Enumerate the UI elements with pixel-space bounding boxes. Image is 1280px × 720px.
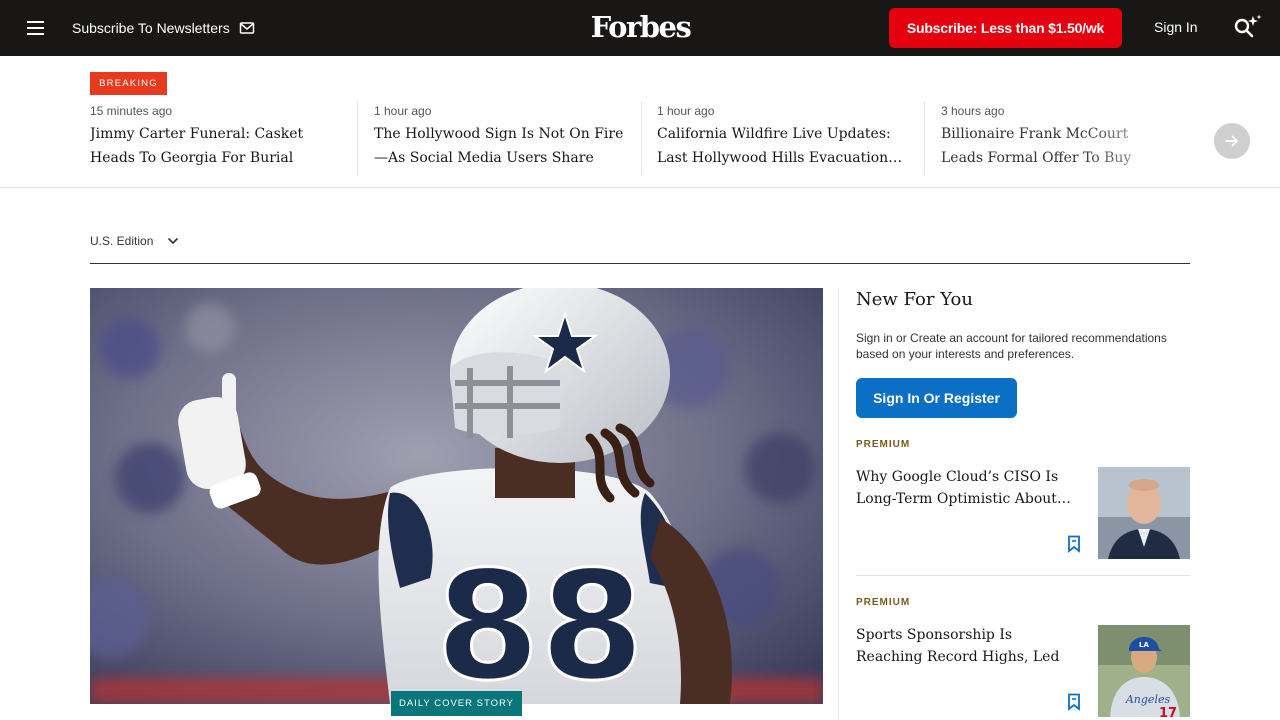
site-header: Subscribe To Newsletters Forbes Subscrib… bbox=[0, 0, 1280, 56]
jersey-script: Angeles bbox=[1125, 693, 1171, 706]
subscribe-newsletters-link[interactable]: Subscribe To Newsletters bbox=[72, 19, 255, 37]
new-for-you-description: Sign in or Create an account for tailore… bbox=[856, 331, 1167, 361]
ticker-divider bbox=[357, 101, 358, 175]
new-for-you-title: New For You bbox=[856, 289, 973, 310]
bookmark-icon[interactable] bbox=[1066, 693, 1082, 711]
newsletter-label: Subscribe To Newsletters bbox=[72, 20, 230, 36]
edition-divider bbox=[90, 263, 1190, 264]
mail-icon bbox=[239, 22, 254, 34]
breaking-headline[interactable]: The Hollywood Sign Is Not On Fire—As Soc… bbox=[374, 122, 628, 170]
breaking-strip-divider bbox=[0, 187, 1280, 188]
article-thumbnail[interactable]: Angeles 17 LA bbox=[1098, 625, 1190, 717]
edition-selector[interactable]: U.S. Edition bbox=[90, 234, 179, 248]
article-thumbnail[interactable] bbox=[1098, 467, 1190, 559]
arrow-right-icon bbox=[1225, 135, 1238, 147]
ai-search-icon[interactable] bbox=[1232, 14, 1262, 40]
breaking-time: 1 hour ago bbox=[374, 104, 432, 118]
bookmark-icon[interactable] bbox=[1066, 535, 1082, 553]
sign-in-or-register-button[interactable]: Sign In Or Register bbox=[856, 378, 1017, 418]
subscribe-button[interactable]: Subscribe: Less than $1.50/wk bbox=[889, 8, 1122, 48]
breaking-item[interactable]: 1 hour ago The Hollywood Sign Is Not On … bbox=[374, 100, 628, 176]
svg-text:LA: LA bbox=[1139, 641, 1149, 649]
ticker-divider bbox=[641, 101, 642, 175]
daily-cover-story-badge[interactable]: DAILY COVER STORY bbox=[391, 691, 522, 716]
edition-label: U.S. Edition bbox=[90, 234, 154, 248]
premium-label: PREMIUM bbox=[856, 439, 911, 450]
ticker-divider bbox=[924, 101, 925, 175]
chevron-down-icon bbox=[168, 237, 179, 245]
article-title[interactable]: Sports Sponsorship Is Reaching Record Hi… bbox=[856, 624, 1082, 668]
article-divider bbox=[856, 575, 1190, 576]
breaking-headline[interactable]: Jimmy Carter Funeral: Casket Heads To Ge… bbox=[90, 122, 344, 170]
breaking-badge: BREAKING bbox=[90, 72, 167, 95]
hero-image[interactable]: 88 bbox=[90, 288, 823, 704]
breaking-time: 15 minutes ago bbox=[90, 104, 173, 118]
ticker-fade-overlay bbox=[1080, 100, 1190, 178]
ticker-next-button[interactable] bbox=[1214, 123, 1250, 159]
jersey-number: 88 bbox=[436, 540, 645, 704]
premium-label: PREMIUM bbox=[856, 597, 911, 608]
jersey-number: 17 bbox=[1159, 706, 1177, 717]
hamburger-menu-icon[interactable] bbox=[26, 18, 46, 38]
column-divider bbox=[838, 288, 839, 720]
breaking-item[interactable]: 1 hour ago California Wildfire Live Upda… bbox=[657, 100, 907, 176]
breaking-item[interactable]: 15 minutes ago Jimmy Carter Funeral: Cas… bbox=[90, 100, 344, 176]
forbes-logo[interactable]: Forbes bbox=[589, 10, 692, 44]
breaking-headline[interactable]: California Wildfire Live Updates: Last H… bbox=[657, 122, 907, 170]
article-title[interactable]: Why Google Cloud’s CISO Is Long-Term Opt… bbox=[856, 466, 1082, 510]
sign-in-link[interactable]: Sign In bbox=[1154, 19, 1198, 35]
breaking-time: 1 hour ago bbox=[657, 104, 715, 118]
